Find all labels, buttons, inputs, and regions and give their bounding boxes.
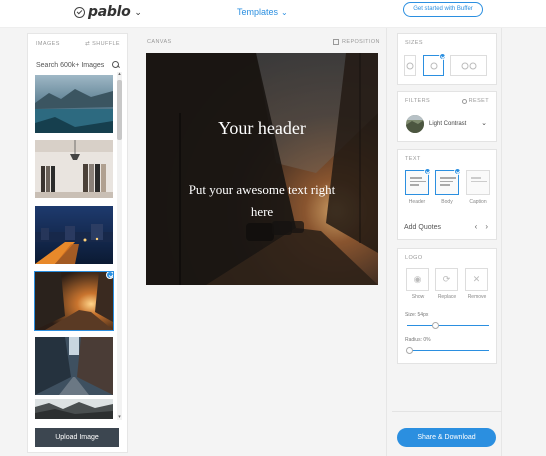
images-title: IMAGES bbox=[36, 41, 60, 47]
selected-check-icon bbox=[439, 53, 446, 60]
filter-preview-image bbox=[406, 115, 424, 133]
eye-icon: ◉ bbox=[413, 274, 422, 284]
size-option-pinterest[interactable] bbox=[404, 55, 416, 76]
logo-card: LOGO ◉ ⟳ ✕ Show Replace Remove Size: 54p… bbox=[397, 248, 497, 364]
image-thumbnail-sunset-street[interactable] bbox=[34, 271, 114, 331]
reposition-button[interactable]: REPOSITION bbox=[333, 39, 380, 45]
brand-name: pablo bbox=[88, 4, 131, 20]
text-title: TEXT bbox=[405, 156, 421, 162]
image-thumbnail-clothing[interactable] bbox=[35, 140, 113, 198]
logo-remove-button[interactable]: ✕ bbox=[465, 268, 488, 291]
share-download-button[interactable]: Share & Download bbox=[397, 428, 496, 447]
scroll-down-icon[interactable]: ▾ bbox=[117, 415, 122, 420]
size-circle-icon bbox=[430, 62, 437, 69]
image-thumbnail-alley[interactable] bbox=[35, 337, 113, 395]
filters-card: FILTERS RESET Light Contrast ⌄ bbox=[397, 91, 497, 142]
add-quotes-label: Add Quotes bbox=[404, 224, 441, 231]
text-option-header[interactable] bbox=[405, 168, 431, 195]
shuffle-label: SHUFFLE bbox=[92, 41, 120, 47]
chevron-right-icon[interactable]: › bbox=[485, 222, 488, 231]
search-placeholder: Search 600k+ Images bbox=[36, 61, 105, 69]
logo-show-button[interactable]: ◉ bbox=[406, 268, 429, 291]
scroll-up-icon[interactable]: ▴ bbox=[117, 72, 122, 77]
filters-title: FILTERS bbox=[405, 98, 431, 104]
logo-title: LOGO bbox=[405, 255, 423, 261]
size-option-square[interactable] bbox=[423, 53, 446, 76]
pablo-logo-icon bbox=[74, 6, 85, 18]
logo-action-label: Remove bbox=[467, 294, 487, 300]
canvas-background-image bbox=[146, 53, 378, 285]
shuffle-button[interactable]: ⇄ SHUFFLE bbox=[85, 41, 120, 47]
reposition-icon bbox=[333, 39, 339, 45]
shuffle-icon: ⇄ bbox=[85, 41, 91, 47]
filter-preview bbox=[406, 115, 424, 133]
text-option-body[interactable] bbox=[435, 168, 461, 195]
sizes-title: SIZES bbox=[405, 40, 423, 46]
reposition-label: REPOSITION bbox=[342, 39, 380, 45]
size-circle-icon bbox=[469, 62, 477, 69]
sunset-street-image bbox=[35, 272, 113, 330]
clothing-rack-image bbox=[35, 140, 113, 198]
scrollbar-thumb[interactable] bbox=[117, 80, 122, 140]
canvas-header-text[interactable]: Your header bbox=[146, 118, 378, 139]
text-lines-icon bbox=[471, 177, 487, 184]
chevron-down-icon[interactable]: ⌄ bbox=[481, 119, 487, 127]
canvas-body-text[interactable]: Put your awesome text right here bbox=[186, 179, 338, 223]
image-thumbnail-city-night[interactable] bbox=[35, 206, 113, 264]
logo-size-slider[interactable] bbox=[407, 322, 489, 329]
size-circle-icon bbox=[406, 62, 414, 69]
image-thumbnail-landscape[interactable] bbox=[35, 399, 113, 419]
lake-mountains-image bbox=[35, 75, 113, 133]
city-night-image bbox=[35, 206, 113, 264]
logo-action-label: Replace bbox=[437, 294, 457, 300]
logo-radius-slider[interactable] bbox=[406, 347, 489, 354]
text-option-label: Body bbox=[441, 199, 453, 205]
slider-knob[interactable] bbox=[406, 347, 413, 354]
image-search-input[interactable]: Search 600k+ Images bbox=[36, 59, 120, 71]
text-card: TEXT Header Body Caption Add Quotes ‹ › bbox=[397, 149, 497, 240]
top-bar: pablo ⌄ Templates ⌄ Get started with Buf… bbox=[0, 0, 546, 28]
refresh-icon: ⟳ bbox=[442, 274, 451, 284]
logo-replace-button[interactable]: ⟳ bbox=[435, 268, 458, 291]
canvas-label: CANVAS bbox=[147, 39, 172, 45]
templates-dropdown[interactable]: Templates ⌄ bbox=[237, 7, 288, 17]
images-panel: IMAGES ⇄ SHUFFLE Search 600k+ Images ▴ ▾… bbox=[27, 33, 128, 453]
logo-action-label: Show bbox=[411, 294, 425, 300]
size-option-wide[interactable] bbox=[450, 55, 487, 76]
text-lines-icon bbox=[440, 177, 456, 188]
brand-menu[interactable]: pablo ⌄ bbox=[74, 4, 142, 20]
image-thumbnail-lake[interactable] bbox=[35, 75, 113, 133]
chevron-down-icon: ⌄ bbox=[134, 6, 142, 17]
close-icon: ✕ bbox=[472, 274, 481, 284]
design-canvas[interactable]: Your header Put your awesome text right … bbox=[146, 53, 378, 285]
get-started-button[interactable]: Get started with Buffer bbox=[403, 2, 483, 17]
reset-filter-button[interactable]: RESET bbox=[461, 98, 489, 104]
selected-check-icon bbox=[454, 168, 461, 175]
reset-icon bbox=[461, 98, 467, 104]
text-option-caption[interactable] bbox=[466, 170, 490, 195]
sizes-card: SIZES bbox=[397, 33, 497, 85]
logo-radius-label: Radius: 0% bbox=[405, 337, 431, 343]
narrow-alley-image bbox=[35, 337, 113, 395]
logo-size-label: Size: 54px bbox=[405, 312, 429, 318]
images-scrollbar[interactable]: ▴ ▾ bbox=[117, 72, 122, 420]
misty-landscape-image bbox=[35, 399, 113, 419]
selected-check-icon bbox=[106, 272, 113, 279]
text-lines-icon bbox=[410, 177, 426, 188]
text-option-label: Header bbox=[408, 199, 426, 205]
slider-knob[interactable] bbox=[432, 322, 440, 329]
chevron-left-icon[interactable]: ‹ bbox=[475, 222, 478, 231]
quote-navigation: ‹ › bbox=[475, 222, 488, 231]
divider bbox=[392, 411, 502, 412]
selected-check-icon bbox=[424, 168, 431, 175]
filter-dropdown-value[interactable]: Light Contrast bbox=[429, 121, 466, 127]
images-panel-header: IMAGES ⇄ SHUFFLE bbox=[36, 41, 120, 47]
search-icon[interactable] bbox=[112, 61, 120, 69]
reset-label: RESET bbox=[468, 98, 489, 104]
text-option-label: Caption bbox=[469, 199, 487, 205]
chevron-down-icon: ⌄ bbox=[281, 7, 288, 17]
templates-label: Templates bbox=[237, 7, 279, 17]
size-circle-icon bbox=[461, 62, 469, 69]
upload-image-button[interactable]: Upload Image bbox=[35, 428, 119, 447]
